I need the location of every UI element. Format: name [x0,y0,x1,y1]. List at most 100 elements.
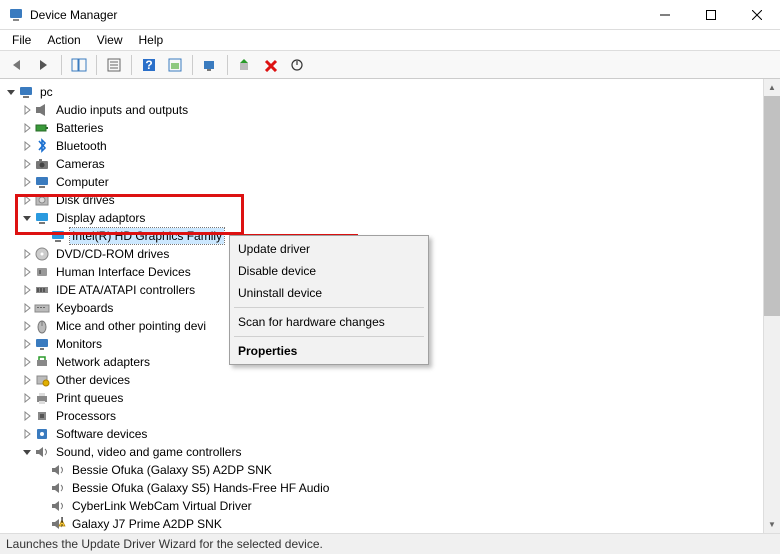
sound-icon [50,462,66,478]
scroll-up-button[interactable]: ▲ [764,79,780,96]
expand-arrow-icon[interactable] [20,283,34,297]
tree-device[interactable]: CyberLink WebCam Virtual Driver [2,497,778,515]
tree-category[interactable]: Sound, video and game controllers [2,443,778,461]
expand-arrow-icon[interactable] [20,175,34,189]
tree-category-label: Software devices [54,426,149,442]
context-menu-item[interactable]: Uninstall device [232,282,426,304]
arrow-spacer [36,463,50,477]
context-menu-item[interactable]: Scan for hardware changes [232,311,426,333]
context-menu-item[interactable]: Disable device [232,260,426,282]
speaker-icon [34,102,50,118]
sound-icon [50,480,66,496]
maximize-button[interactable] [688,0,734,30]
scan-hardware-button[interactable] [198,54,222,76]
close-button[interactable] [734,0,780,30]
tree-category[interactable]: Print queues [2,389,778,407]
tree-root-label: pc [38,84,55,100]
context-menu-separator [234,336,424,337]
camera-icon [34,156,50,172]
vertical-scrollbar[interactable]: ▲ ▼ [763,79,780,533]
disable-button[interactable] [285,54,309,76]
expand-arrow-icon[interactable] [20,391,34,405]
tree-category-label: Sound, video and game controllers [54,444,243,460]
tree-device-label: Intel(R) HD Graphics Family [70,228,224,244]
expand-arrow-icon[interactable] [20,157,34,171]
minimize-button[interactable] [642,0,688,30]
hid-icon [34,264,50,280]
expand-arrow-icon[interactable] [20,409,34,423]
expand-arrow-icon[interactable] [20,265,34,279]
forward-button[interactable] [32,54,56,76]
expand-arrow-icon[interactable] [20,319,34,333]
tree-root[interactable]: pc [2,83,778,101]
tree-device[interactable]: Bessie Ofuka (Galaxy S5) Hands-Free HF A… [2,479,778,497]
tree-device[interactable]: Bessie Ofuka (Galaxy S5) A2DP SNK [2,461,778,479]
tree-device-label: Bessie Ofuka (Galaxy S5) Hands-Free HF A… [70,480,331,496]
tree-category-label: Processors [54,408,118,424]
printer-icon [34,390,50,406]
tree-category-label: Disk drives [54,192,117,208]
expand-arrow-icon[interactable] [4,85,18,99]
window-controls [642,0,780,30]
properties-button[interactable] [102,54,126,76]
tree-category[interactable]: Software devices [2,425,778,443]
keyboard-icon [34,300,50,316]
tree-category-label: Network adapters [54,354,152,370]
scroll-down-button[interactable]: ▼ [764,516,780,533]
expand-arrow-icon[interactable] [20,427,34,441]
back-button[interactable] [6,54,30,76]
arrow-spacer [36,229,50,243]
tree-category-label: DVD/CD-ROM drives [54,246,171,262]
tree-category-label: Batteries [54,120,105,136]
expand-arrow-icon[interactable] [20,121,34,135]
tree-device[interactable]: !Galaxy J7 Prime A2DP SNK [2,515,778,533]
menu-file[interactable]: File [4,31,39,49]
statusbar-text: Launches the Update Driver Wizard for th… [6,537,323,551]
tree-category[interactable]: Disk drives [2,191,778,209]
app-icon [8,7,24,23]
scroll-thumb[interactable] [764,96,780,316]
expand-arrow-icon[interactable] [20,373,34,387]
expand-arrow-icon[interactable] [20,103,34,117]
expand-arrow-icon[interactable] [20,139,34,153]
sound-icon [50,498,66,514]
tree-category[interactable]: Other devices [2,371,778,389]
tree-device-label: CyberLink WebCam Virtual Driver [70,498,254,514]
expand-arrow-icon[interactable] [20,193,34,207]
help-button[interactable]: ? [137,54,161,76]
other-icon [34,372,50,388]
action-button[interactable] [163,54,187,76]
tree-category[interactable]: Batteries [2,119,778,137]
context-menu: Update driverDisable deviceUninstall dev… [229,235,429,365]
statusbar: Launches the Update Driver Wizard for th… [0,534,780,554]
menu-help[interactable]: Help [131,31,172,49]
tree-category[interactable]: Processors [2,407,778,425]
arrow-spacer [36,517,50,531]
menu-action[interactable]: Action [39,31,88,49]
menu-view[interactable]: View [89,31,131,49]
expand-arrow-icon[interactable] [20,337,34,351]
toolbar-separator [227,55,228,75]
uninstall-button[interactable] [259,54,283,76]
expand-arrow-icon[interactable] [20,211,34,225]
toolbar-separator [61,55,62,75]
tree-category[interactable]: Cameras [2,155,778,173]
show-hide-tree-button[interactable] [67,54,91,76]
scroll-track[interactable] [764,96,780,516]
tree-category[interactable]: Bluetooth [2,137,778,155]
context-menu-item[interactable]: Update driver [232,238,426,260]
sound-icon: ! [50,516,66,532]
disk-icon [34,192,50,208]
window-title: Device Manager [30,8,642,22]
tree-category-label: Monitors [54,336,104,352]
computer-icon [34,174,50,190]
tree-category[interactable]: Audio inputs and outputs [2,101,778,119]
tree-category[interactable]: Display adaptors [2,209,778,227]
expand-arrow-icon[interactable] [20,355,34,369]
expand-arrow-icon[interactable] [20,301,34,315]
tree-category[interactable]: Computer [2,173,778,191]
context-menu-item[interactable]: Properties [232,340,426,362]
expand-arrow-icon[interactable] [20,445,34,459]
update-driver-button[interactable] [233,54,257,76]
expand-arrow-icon[interactable] [20,247,34,261]
